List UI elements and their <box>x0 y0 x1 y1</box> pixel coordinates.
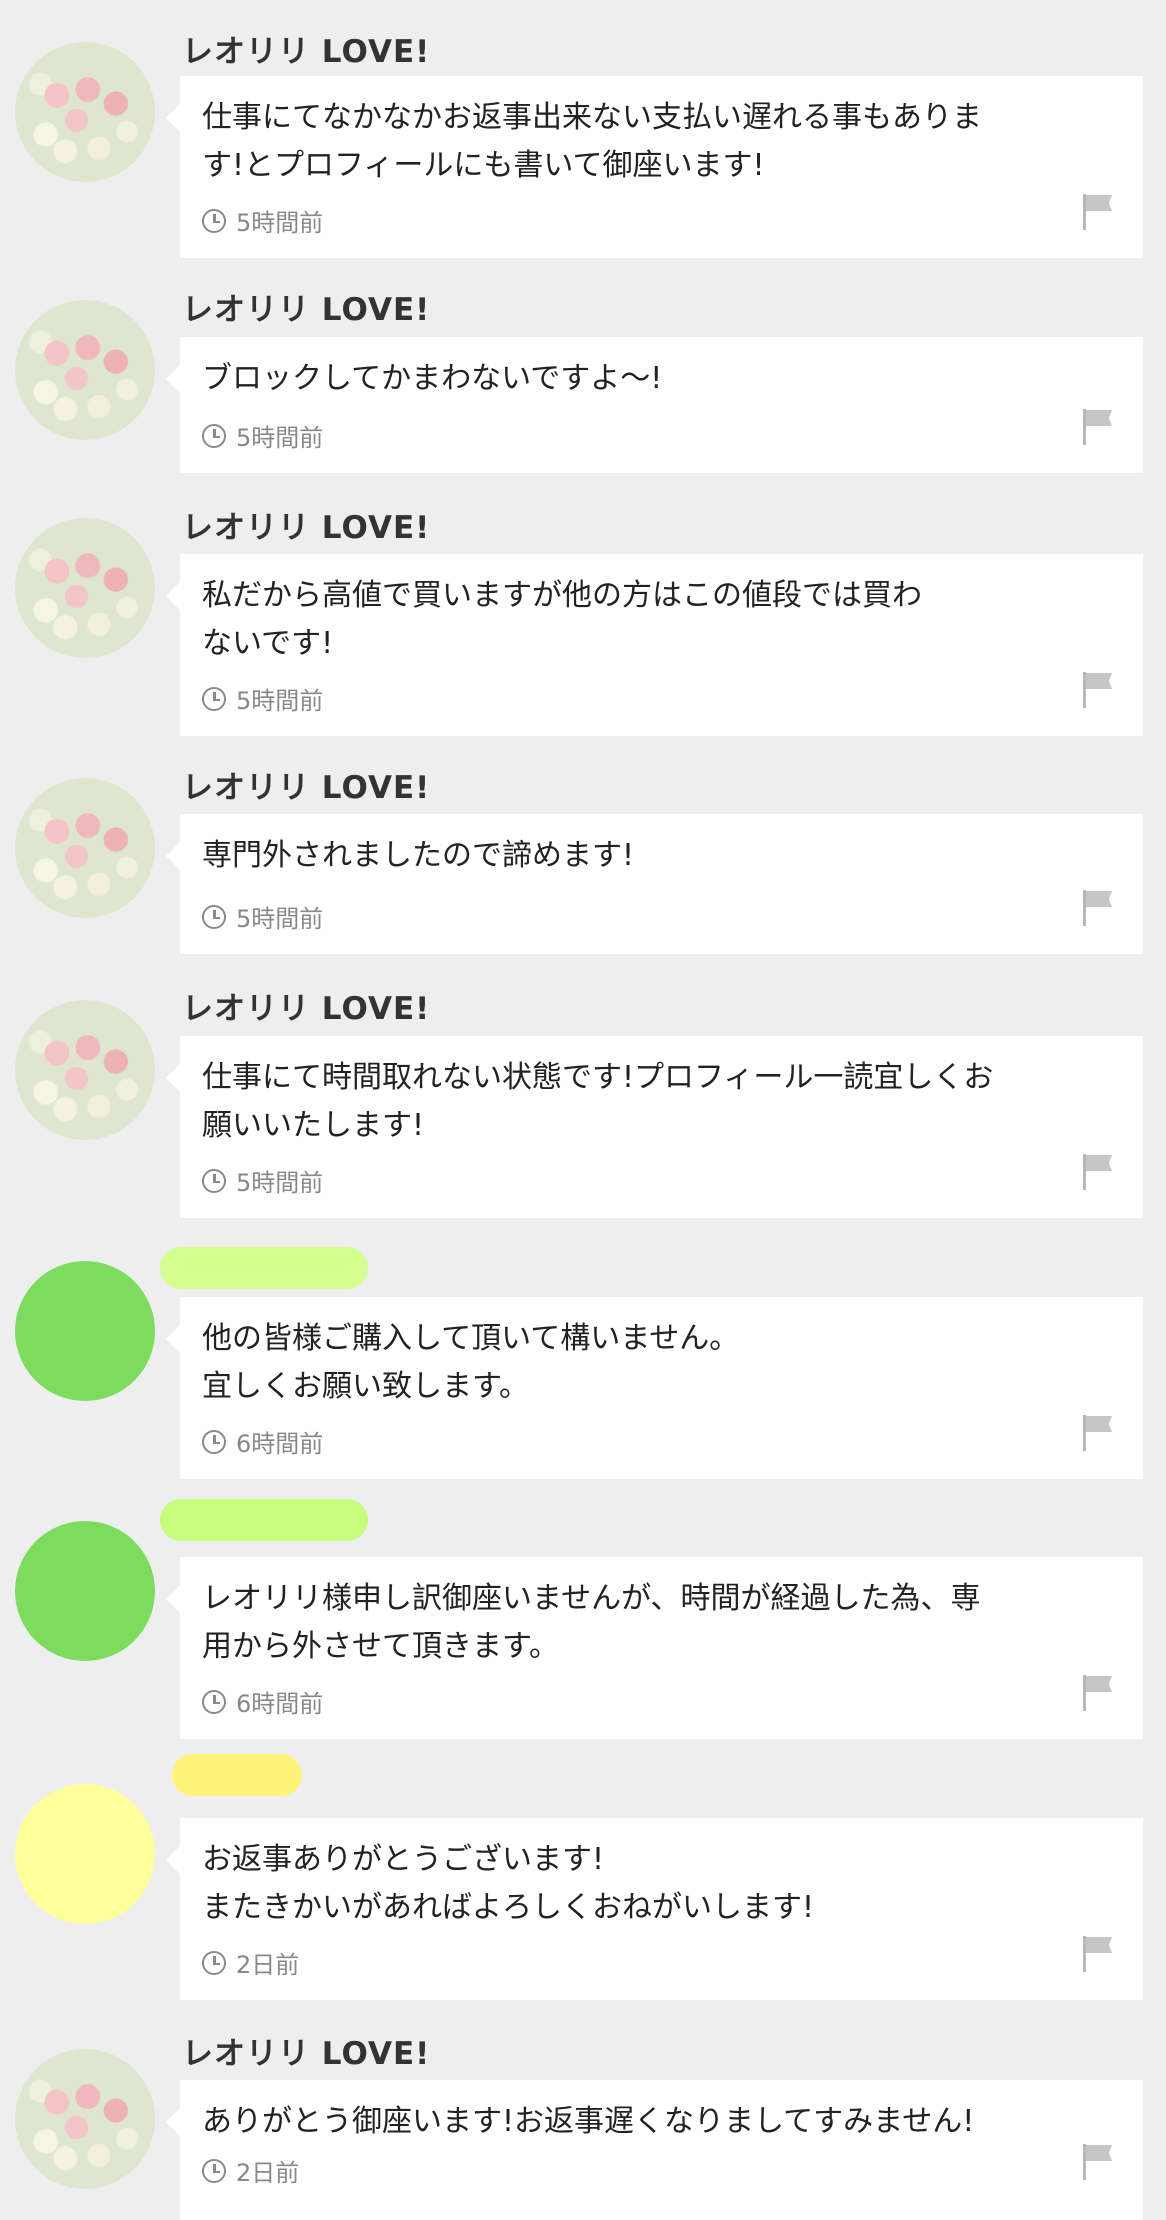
comment-text: レオリリ様申し訳御座いませんが、時間が経過した為、専 用から外させて頂きます。 <box>202 1581 981 1664</box>
username[interactable]: レオリリ LOVE! <box>182 284 430 329</box>
comment-bubble: 専門外されましたので諦めます! 5時間前 <box>166 814 1143 954</box>
time-label: 6時間前 <box>236 1430 324 1458</box>
report-flag-icon[interactable] <box>1077 1413 1117 1453</box>
clock-icon <box>202 904 226 929</box>
comment-time: 5時間前 <box>202 203 323 238</box>
comment-time: 6時間前 <box>202 1424 323 1459</box>
clock-icon <box>202 2158 226 2183</box>
comment-text: ブロックしてかまわないですよ〜! <box>202 361 663 396</box>
user-avatar[interactable] <box>15 1784 155 1924</box>
comment-text: 他の皆様ご購入して頂いて構いません。 宜しくお願い致します。 <box>202 1321 740 1404</box>
comment-bubble: 他の皆様ご購入して頂いて構いません。 宜しくお願い致します。 6時間前 <box>166 1297 1143 1479</box>
time-label: 5時間前 <box>236 687 324 715</box>
time-label: 2日前 <box>236 2159 300 2187</box>
user-avatar[interactable] <box>15 1000 155 1140</box>
clock-icon <box>202 1689 226 1714</box>
username[interactable]: レオリリ LOVE! <box>182 502 430 547</box>
comment-text: 仕事にて時間取れない状態です!プロフィール一読宜しくお 願いいたします! <box>202 1060 994 1143</box>
username-redacted[interactable] <box>160 1499 368 1541</box>
clock-icon <box>202 1168 226 1193</box>
time-label: 5時間前 <box>236 905 324 933</box>
user-avatar[interactable] <box>15 518 155 658</box>
username[interactable]: レオリリ LOVE! <box>182 762 430 807</box>
report-flag-icon[interactable] <box>1077 407 1117 447</box>
clock-icon <box>202 1429 226 1454</box>
report-flag-icon[interactable] <box>1077 2142 1117 2182</box>
report-flag-icon[interactable] <box>1077 1673 1117 1713</box>
report-flag-icon[interactable] <box>1077 1152 1117 1192</box>
comment-text: 仕事にてなかなかお返事出来ない支払い遅れる事もありま す!とプロフィールにも書い… <box>202 100 982 183</box>
report-flag-icon[interactable] <box>1077 888 1117 928</box>
username-redacted[interactable] <box>172 1754 302 1796</box>
comment-text: お返事ありがとうございます! またきかいがあればよろしくおねがいします! <box>202 1842 815 1925</box>
clock-icon <box>202 686 226 711</box>
time-label: 6時間前 <box>236 1690 324 1718</box>
clock-icon <box>202 423 226 448</box>
user-avatar[interactable] <box>15 778 155 918</box>
comment-time: 2日前 <box>202 1945 299 1980</box>
username[interactable]: レオリリ LOVE! <box>182 983 430 1028</box>
comment-time: 5時間前 <box>202 899 323 934</box>
comment-time: 6時間前 <box>202 1684 323 1719</box>
user-avatar[interactable] <box>15 42 155 182</box>
comment-time: 5時間前 <box>202 681 323 716</box>
comment-bubble: ありがとう御座います!お返事遅くなりましてすみません! 2日前 <box>166 2080 1143 2220</box>
clock-icon <box>202 208 226 233</box>
report-flag-icon[interactable] <box>1077 670 1117 710</box>
comment-bubble: 仕事にて時間取れない状態です!プロフィール一読宜しくお 願いいたします! 5時間… <box>166 1036 1143 1218</box>
comment-bubble: 私だから高値で買いますが他の方はこの値段では買わ ないです! 5時間前 <box>166 554 1143 736</box>
time-label: 2日前 <box>236 1951 300 1979</box>
comment-bubble: 仕事にてなかなかお返事出来ない支払い遅れる事もありま す!とプロフィールにも書い… <box>166 76 1143 258</box>
user-avatar[interactable] <box>15 1261 155 1401</box>
user-avatar[interactable] <box>15 300 155 440</box>
comment-bubble: レオリリ様申し訳御座いませんが、時間が経過した為、専 用から外させて頂きます。 … <box>166 1557 1143 1739</box>
user-avatar[interactable] <box>15 2049 155 2189</box>
report-flag-icon[interactable] <box>1077 1934 1117 1974</box>
username[interactable]: レオリリ LOVE! <box>182 26 430 71</box>
comment-bubble: お返事ありがとうございます! またきかいがあればよろしくおねがいします! 2日前 <box>166 1818 1143 2000</box>
comment-text: ありがとう御座います!お返事遅くなりましてすみません! <box>202 2104 975 2139</box>
comment-text: 私だから高値で買いますが他の方はこの値段では買わ ないです! <box>202 578 922 661</box>
time-label: 5時間前 <box>236 209 324 237</box>
username-redacted[interactable] <box>160 1247 368 1289</box>
comment-bubble: ブロックしてかまわないですよ〜! 5時間前 <box>166 337 1143 473</box>
time-label: 5時間前 <box>236 1169 324 1197</box>
clock-icon <box>202 1950 226 1975</box>
time-label: 5時間前 <box>236 424 324 452</box>
comment-time: 2日前 <box>202 2153 299 2188</box>
comment-time: 5時間前 <box>202 418 323 453</box>
comment-text: 専門外されましたので諦めます! <box>202 838 635 873</box>
username[interactable]: レオリリ LOVE! <box>182 2028 430 2073</box>
user-avatar[interactable] <box>15 1521 155 1661</box>
report-flag-icon[interactable] <box>1077 192 1117 232</box>
comment-time: 5時間前 <box>202 1163 323 1198</box>
